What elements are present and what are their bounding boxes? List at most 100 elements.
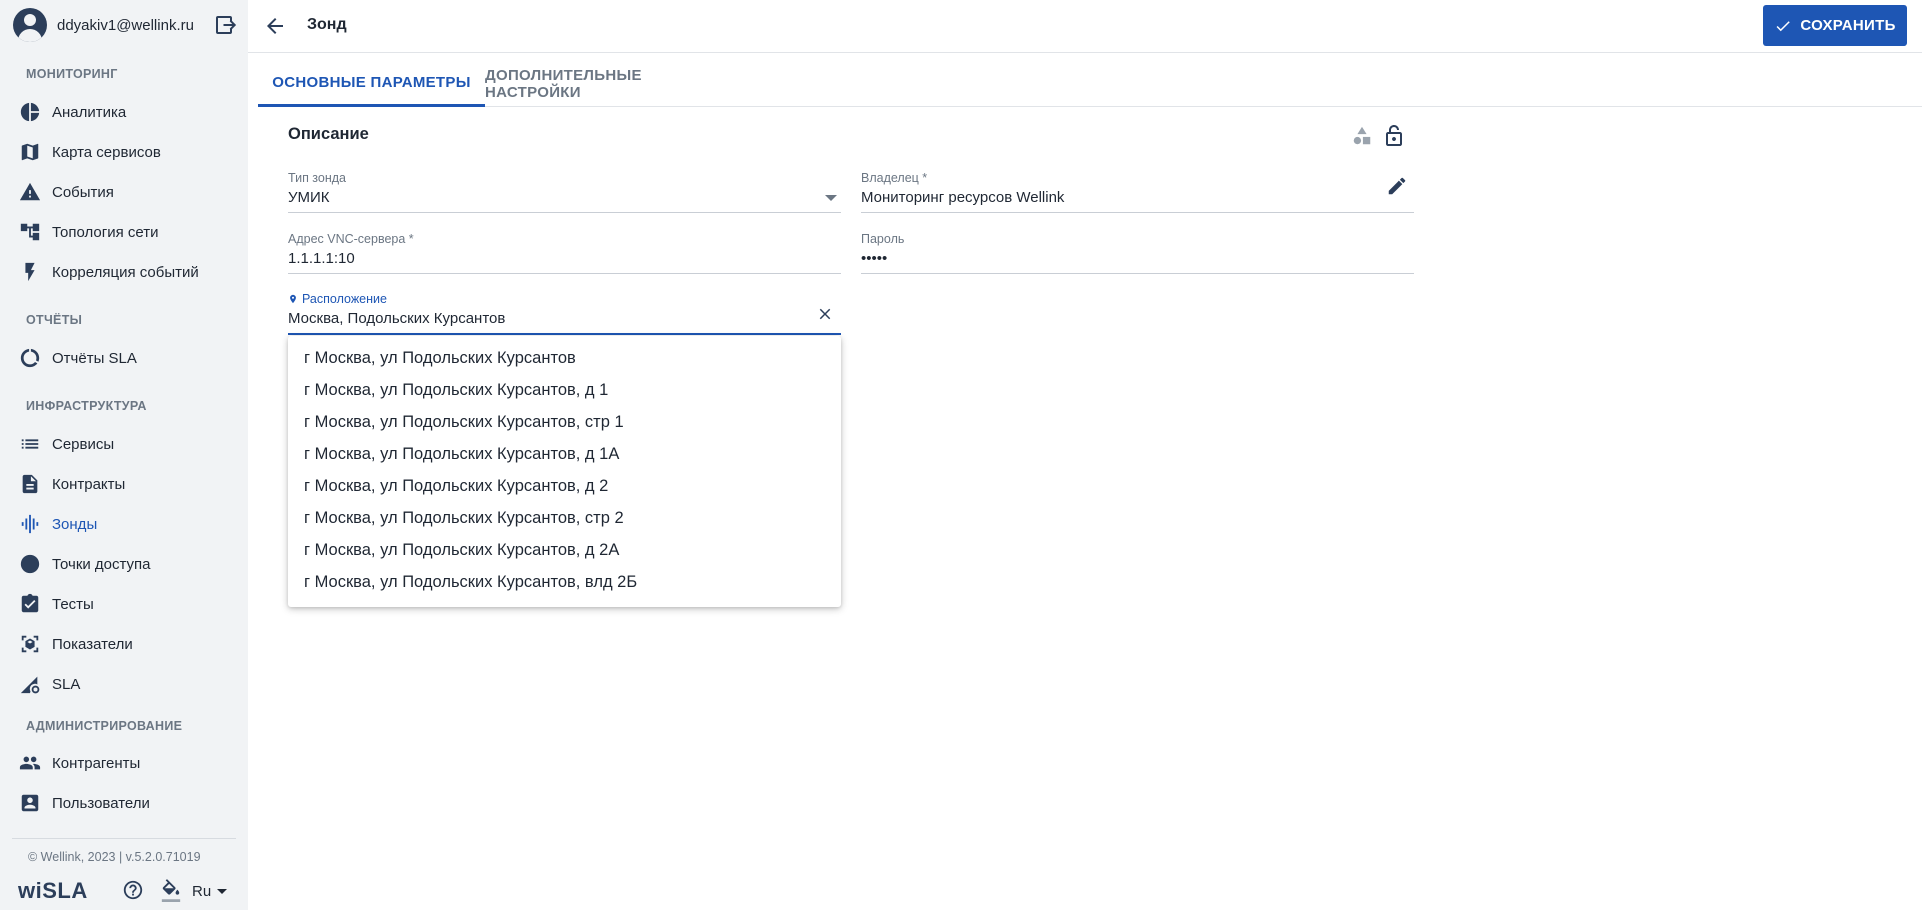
suggestion-option[interactable]: г Москва, ул Подольских Курсантов, д 2 [288, 470, 841, 502]
suggestion-option[interactable]: г Москва, ул Подольских Курсантов [288, 342, 841, 374]
probe-type-value: УМИК [288, 189, 330, 206]
location-input[interactable]: Расположение Москва, Подольских Курсанто… [288, 292, 841, 335]
sidebar-item-label: Контракты [52, 475, 126, 493]
sidebar-item-contracts[interactable]: Контракты [0, 466, 248, 502]
chevron-down-icon [217, 889, 228, 894]
circle-icon [19, 553, 41, 575]
owner-label: Владелец * [861, 171, 928, 185]
help-icon[interactable] [122, 879, 144, 906]
sidebar-item-topology[interactable]: Топология сети [0, 214, 248, 250]
sidebar-item-contractors[interactable]: Контрагенты [0, 745, 248, 781]
sidebar-item-label: Показатели [52, 635, 133, 653]
account-box-icon [19, 792, 41, 814]
language-label: Ru [192, 883, 212, 900]
cube-scan-icon [19, 633, 41, 655]
avatar[interactable] [13, 8, 47, 42]
back-arrow-icon[interactable] [263, 14, 287, 43]
sidebar-item-sla[interactable]: SLA [0, 666, 248, 702]
sidebar-item-service-map[interactable]: Карта сервисов [0, 134, 248, 170]
lightning-icon [19, 261, 41, 283]
owner-value: Мониторинг ресурсов Wellink [861, 189, 1065, 206]
sidebar-item-tests[interactable]: Тесты [0, 586, 248, 622]
probe-type-select[interactable]: Тип зонда УМИК [288, 171, 841, 213]
shapes-icon[interactable] [1351, 125, 1373, 152]
vnc-address-field[interactable]: Адрес VNC-сервера * 1.1.1.1:10 [288, 232, 841, 274]
sidebar-item-services[interactable]: Сервисы [0, 426, 248, 462]
save-button-label: СОХРАНИТЬ [1800, 17, 1896, 34]
suggestion-option[interactable]: г Москва, ул Подольских Курсантов, стр 2 [288, 502, 841, 534]
header: Зонд СОХРАНИТЬ [248, 0, 1922, 53]
sidebar-item-label: Топология сети [52, 223, 159, 241]
pie-chart-icon [19, 101, 41, 123]
close-icon[interactable] [816, 305, 834, 328]
probe-type-label: Тип зонда [288, 171, 347, 185]
suggestion-option[interactable]: г Москва, ул Подольских Курсантов, д 1 [288, 374, 841, 406]
suggestion-option[interactable]: г Москва, ул Подольских Курсантов, стр 1 [288, 406, 841, 438]
people-icon [19, 752, 41, 774]
sidebar-item-label: События [52, 183, 114, 201]
check-icon [1776, 20, 1791, 31]
copyright: © Wellink, 2023 | v.5.2.0.71019 [28, 850, 201, 864]
vnc-address-value: 1.1.1.1:10 [288, 250, 355, 267]
vnc-address-label: Адрес VNC-сервера * [288, 232, 414, 246]
document-icon [19, 473, 41, 495]
suggestion-option[interactable]: г Москва, ул Подольских Курсантов, д 1А [288, 438, 841, 470]
page-title: Зонд [307, 16, 347, 33]
sidebar-item-analytics[interactable]: Аналитика [0, 94, 248, 130]
sidebar-item-correlation[interactable]: Корреляция событий [0, 254, 248, 290]
user-row: ddyakiv1@wellink.ru [0, 0, 248, 50]
list-icon [19, 433, 41, 455]
tab-additional-settings[interactable]: ДОПОЛНИТЕЛЬНЫЕ НАСТРОЙКИ [485, 60, 742, 107]
donut-icon [19, 347, 41, 369]
sidebar-item-label: Зонды [52, 515, 98, 533]
location-suggestions-dropdown: г Москва, ул Подольских Курсантов г Моск… [288, 336, 841, 607]
signal-gear-icon [19, 673, 41, 695]
sidebar-item-label: Аналитика [52, 103, 127, 121]
sidebar-item-label: Точки доступа [52, 555, 151, 573]
clipboard-check-icon [19, 593, 41, 615]
sidebar-item-label: Пользователи [52, 794, 150, 812]
sidebar-item-label: Тесты [52, 595, 94, 613]
app-window: ddyakiv1@wellink.ru МОНИТОРИНГ Аналитика… [0, 0, 1922, 910]
lock-open-icon[interactable] [1382, 124, 1406, 153]
user-email: ddyakiv1@wellink.ru [57, 16, 194, 34]
sidebar-item-users[interactable]: Пользователи [0, 785, 248, 821]
section-infrastructure: ИНФРАСТРУКТУРА [26, 399, 147, 413]
topology-icon [19, 221, 41, 243]
sidebar-divider [12, 838, 236, 839]
owner-field[interactable]: Владелец * Мониторинг ресурсов Wellink [861, 171, 1414, 213]
sidebar-item-label: Карта сервисов [52, 143, 161, 161]
sidebar-item-events[interactable]: События [0, 174, 248, 210]
sidebar-item-sla-reports[interactable]: Отчёты SLA [0, 340, 248, 376]
warning-icon [19, 181, 41, 203]
tab-main-parameters[interactable]: ОСНОВНЫЕ ПАРАМЕТРЫ [258, 60, 485, 107]
sidebar-item-indicators[interactable]: Показатели [0, 626, 248, 662]
sidebar-item-label: SLA [52, 675, 81, 693]
section-reports: ОТЧЁТЫ [26, 313, 83, 327]
brand-logo: wiSLA [18, 878, 88, 903]
location-label: Расположение [302, 292, 387, 306]
section-monitoring: МОНИТОРИНГ [26, 67, 118, 81]
pencil-icon[interactable] [1386, 175, 1408, 202]
dropdown-arrow-icon[interactable] [825, 195, 837, 201]
suggestion-option[interactable]: г Москва, ул Подольских Курсантов, д 2А [288, 534, 841, 566]
password-field[interactable]: Пароль ••••• [861, 232, 1414, 274]
location-label-row: Расположение [288, 292, 387, 306]
location-value: Москва, Подольских Курсантов [288, 310, 506, 327]
language-select[interactable]: Ru [192, 883, 228, 900]
sidebar-item-label: Корреляция событий [52, 263, 199, 281]
section-administration: АДМИНИСТРИРОВАНИЕ [26, 719, 183, 733]
sidebar-item-label: Контрагенты [52, 754, 141, 772]
suggestion-option[interactable]: г Москва, ул Подольских Курсантов, влд 2… [288, 566, 841, 598]
password-label: Пароль [861, 232, 905, 246]
password-value: ••••• [861, 250, 888, 267]
sidebar-item-probes[interactable]: Зонды [0, 506, 248, 542]
save-button[interactable]: СОХРАНИТЬ [1763, 5, 1907, 46]
logout-icon[interactable] [214, 13, 238, 37]
sidebar-item-access-points[interactable]: Точки доступа [0, 546, 248, 582]
sidebar-item-label: Отчёты SLA [52, 349, 137, 367]
graphic-eq-icon [19, 513, 41, 535]
section-title: Описание [288, 125, 369, 143]
tabs: ОСНОВНЫЕ ПАРАМЕТРЫ ДОПОЛНИТЕЛЬНЫЕ НАСТРО… [258, 60, 1922, 107]
paint-bucket-icon[interactable] [160, 879, 182, 908]
